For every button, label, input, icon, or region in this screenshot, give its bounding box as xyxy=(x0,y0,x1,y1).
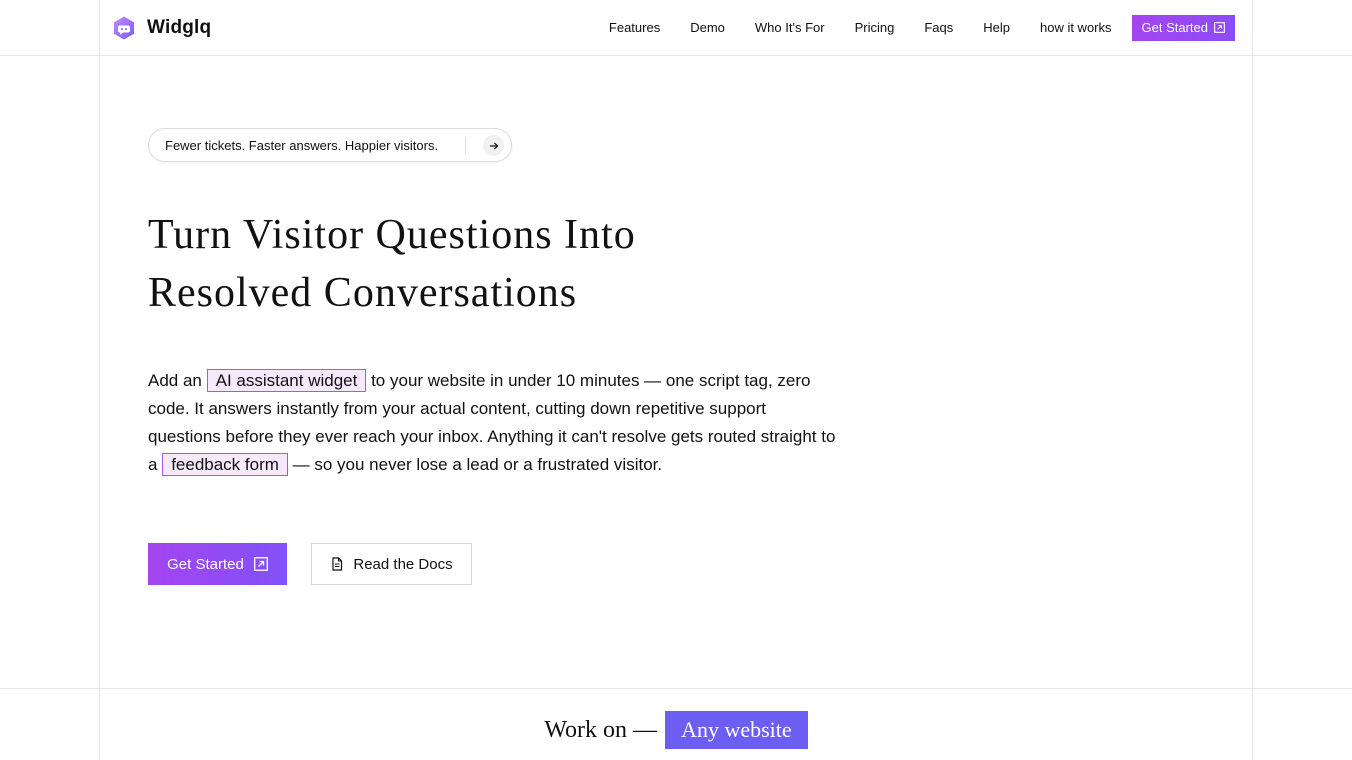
highlight-ai-assistant-widget: AI assistant widget xyxy=(206,369,367,392)
lead-part-3: — so you never lose a lead or a frustrat… xyxy=(287,455,663,474)
header-get-started-button[interactable]: Get Started xyxy=(1131,14,1235,41)
hero-lead: Add an AI assistant widget to your websi… xyxy=(148,367,838,479)
widget-logo-icon xyxy=(114,16,134,39)
external-link-icon xyxy=(253,557,268,571)
headline-line-1: Turn Visitor Questions Into xyxy=(148,212,636,258)
document-icon xyxy=(332,557,343,571)
pill-divider xyxy=(465,137,466,154)
site-header: Widglq Features Demo Who It's For Pricin… xyxy=(100,0,1252,55)
read-the-docs-label: Read the Docs xyxy=(353,555,453,573)
header-get-started-label: Get Started xyxy=(1141,20,1208,35)
read-the-docs-button[interactable]: Read the Docs xyxy=(311,543,472,585)
arrow-right-icon xyxy=(489,142,498,149)
works-on-section: Work on — Any website xyxy=(100,689,1252,760)
highlight-feedback-form: feedback form xyxy=(162,453,288,476)
brand-name: Widglq xyxy=(147,16,212,38)
works-on-badge: Any website xyxy=(665,711,808,749)
brand[interactable]: Widglq xyxy=(111,15,211,41)
lead-part-1: Add an xyxy=(148,371,207,390)
tagline-pill[interactable]: Fewer tickets. Faster answers. Happier v… xyxy=(148,128,512,162)
nav-link-help[interactable]: Help xyxy=(983,20,1010,35)
nav-link-features[interactable]: Features xyxy=(609,20,660,35)
header-divider xyxy=(0,55,1352,56)
hero-headline: Turn Visitor Questions Into Resolved Con… xyxy=(148,206,788,322)
nav-link-how-it-works[interactable]: how it works xyxy=(1040,20,1112,35)
get-started-button[interactable]: Get Started xyxy=(148,543,287,585)
page: Widglq Features Demo Who It's For Pricin… xyxy=(0,0,1352,760)
headline-line-2: Resolved Conversations xyxy=(148,270,578,316)
tagline-text: Fewer tickets. Faster answers. Happier v… xyxy=(165,137,439,153)
nav-link-faqs[interactable]: Faqs xyxy=(924,20,953,35)
frame-line-left xyxy=(99,0,100,760)
frame-line-right xyxy=(1252,0,1253,760)
main-nav: Features Demo Who It's For Pricing Faqs … xyxy=(609,14,1235,41)
nav-link-who-its-for[interactable]: Who It's For xyxy=(755,20,825,35)
get-started-label: Get Started xyxy=(167,555,244,573)
works-on-prefix: Work on — xyxy=(544,717,658,743)
external-link-icon xyxy=(1214,22,1225,33)
nav-link-pricing[interactable]: Pricing xyxy=(855,20,895,35)
nav-link-demo[interactable]: Demo xyxy=(690,20,725,35)
pill-arrow-button[interactable] xyxy=(483,135,504,156)
